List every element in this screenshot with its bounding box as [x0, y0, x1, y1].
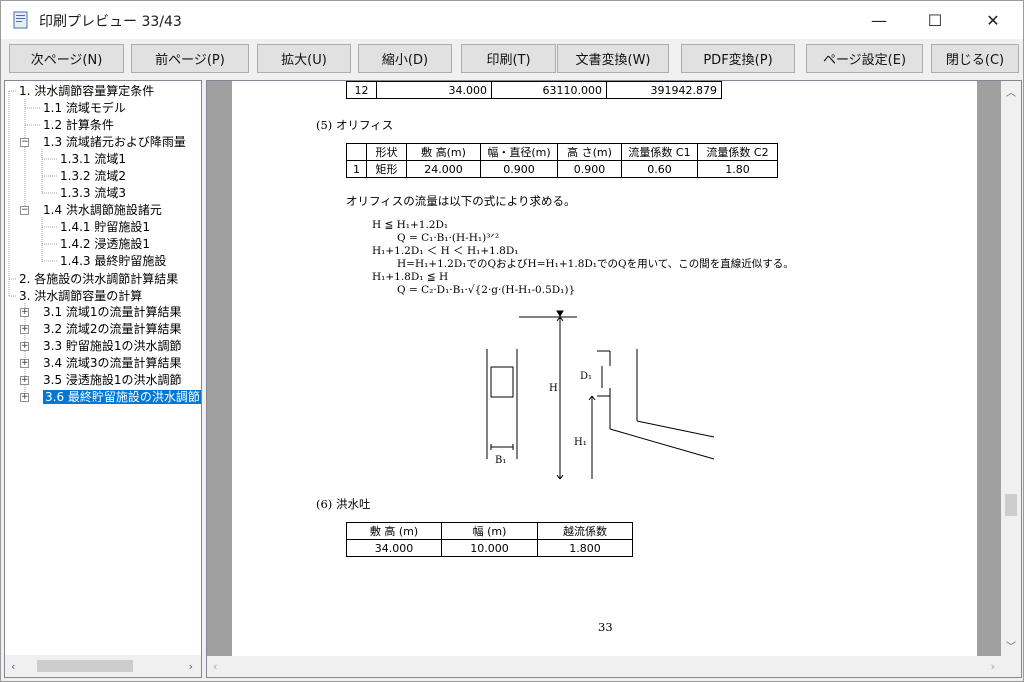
- tree-item-3-4[interactable]: 3.4 流域3の流量計算結果: [43, 355, 182, 372]
- page-setup-button[interactable]: ページ設定(E): [806, 44, 923, 73]
- tree-expander-expand-3-3[interactable]: +: [20, 342, 29, 351]
- orifice-diagram: H H₁ D₁ B₁: [486, 310, 715, 480]
- tree-expander-expand-3-6[interactable]: +: [20, 393, 29, 402]
- section-6-heading: (6) 洪水吐: [316, 497, 371, 511]
- pdf-convert-button[interactable]: PDF変換(P): [681, 44, 795, 73]
- tree-item-3-1[interactable]: 3.1 流域1の流量計算結果: [43, 304, 182, 321]
- tree-item-1-2[interactable]: 1.2 計算条件: [43, 117, 114, 134]
- outline-tree[interactable]: − − + + + + + + 1. 洪水調節容量算定条件 1.1 流域モデル …: [4, 80, 202, 678]
- window-title: 印刷プレビュー 33/43: [39, 14, 182, 30]
- diagram-label-h: H: [549, 383, 558, 394]
- tree-item-1[interactable]: 1. 洪水調節容量算定条件: [19, 83, 154, 100]
- orifice-table: 形状 敷 高(m) 幅・直径(m) 高 さ(m) 流量係数 C1 流量係数 C2…: [346, 143, 778, 178]
- tree-expander-collapse-1-4[interactable]: −: [20, 206, 29, 215]
- close-button[interactable]: 閉じる(C): [931, 44, 1019, 73]
- section-5-heading: (5) オリフィス: [316, 118, 394, 132]
- page-number: 33: [598, 620, 613, 634]
- tree-item-3[interactable]: 3. 洪水調節容量の計算: [19, 288, 142, 305]
- close-window-button[interactable]: ✕: [970, 1, 1016, 39]
- tree-item-3-3[interactable]: 3.3 貯留施設1の洪水調節: [43, 338, 182, 355]
- toolbar: 次ページ(N) 前ページ(P) 拡大(U) 縮小(D) 印刷(T) 文書変換(W…: [1, 39, 1023, 79]
- formula-line: H ≦ H₁+1.2D₁: [372, 219, 449, 231]
- formula-line: H₁+1.8D₁ ≦ H: [372, 271, 449, 283]
- tree-scroll-thumb[interactable]: [37, 660, 133, 672]
- table-row: 34.000 10.000 1.800: [346, 539, 633, 557]
- scroll-up-arrow-icon[interactable]: ︿: [1006, 84, 1016, 99]
- tree-item-1-3[interactable]: 1.3 流域諸元および降雨量: [43, 134, 186, 151]
- preview-page: 12 34.000 63110.000 391942.879 (5) オリフィス…: [232, 81, 977, 656]
- tree-content: − − + + + + + + 1. 洪水調節容量算定条件 1.1 流域モデル …: [5, 81, 201, 655]
- preview-horizontal-scrollbar[interactable]: ‹ ›: [207, 656, 1021, 677]
- preview-scroll-thumb[interactable]: [1005, 494, 1017, 516]
- tree-item-3-5[interactable]: 3.5 浸透施設1の洪水調節: [43, 372, 182, 389]
- scroll-left-arrow-icon[interactable]: ‹: [213, 660, 217, 673]
- tree-horizontal-scrollbar[interactable]: ‹ ›: [5, 655, 201, 677]
- diagram-label-h1: H₁: [574, 437, 587, 448]
- diagram-label-b1: B₁: [495, 455, 506, 466]
- tree-expander-expand-3-5[interactable]: +: [20, 376, 29, 385]
- diagram-label-d1: D₁: [580, 371, 592, 382]
- formula-line: Q = C₂·D₁·B₁·√{2·g·(H-H₁-0.5D₁)}: [397, 284, 576, 296]
- tree-item-1-4-1[interactable]: 1.4.1 貯留施設1: [60, 219, 150, 236]
- tree-item-1-1[interactable]: 1.1 流域モデル: [43, 100, 126, 117]
- next-page-button[interactable]: 次ページ(N): [9, 44, 124, 73]
- tree-item-1-3-2[interactable]: 1.3.2 流域2: [60, 168, 126, 185]
- print-button[interactable]: 印刷(T): [461, 44, 556, 73]
- tree-item-1-3-3[interactable]: 1.3.3 流域3: [60, 185, 126, 202]
- orifice-note: オリフィスの流量は以下の式により求める。: [346, 194, 576, 208]
- spillway-table: 敷 高 (m) 幅 (m) 越流係数 34.000 10.000 1.800: [346, 522, 633, 557]
- document-icon: [13, 11, 28, 29]
- tree-item-3-2[interactable]: 3.2 流域2の流量計算結果: [43, 321, 182, 338]
- top-table: 12 34.000 63110.000 391942.879: [346, 81, 722, 99]
- scroll-left-arrow-icon[interactable]: ‹: [11, 660, 15, 673]
- scroll-down-arrow-icon[interactable]: ﹀: [1006, 638, 1016, 653]
- title-bar: 印刷プレビュー 33/43 — ☐ ✕: [1, 1, 1023, 39]
- tree-expander-expand-3-4[interactable]: +: [20, 359, 29, 368]
- scroll-right-arrow-icon[interactable]: ›: [991, 660, 995, 673]
- prev-page-button[interactable]: 前ページ(P): [131, 44, 249, 73]
- tree-expander-collapse-1-3[interactable]: −: [20, 138, 29, 147]
- formula-line: H=H₁+1.2D₁でのQおよびH=H₁+1.8D₁でのQを用いて、この間を直線…: [397, 258, 794, 270]
- table-row: 12 34.000 63110.000 391942.879: [346, 81, 722, 99]
- scroll-right-arrow-icon[interactable]: ›: [189, 660, 193, 673]
- table-row: 形状 敷 高(m) 幅・直径(m) 高 さ(m) 流量係数 C1 流量係数 C2: [346, 143, 778, 161]
- minimize-button[interactable]: —: [856, 1, 902, 39]
- maximize-button[interactable]: ☐: [912, 1, 958, 39]
- formula-line: H₁+1.2D₁ ＜ H ＜ H₁+1.8D₁: [372, 245, 519, 257]
- tree-item-1-4-2[interactable]: 1.4.2 浸透施設1: [60, 236, 150, 253]
- tree-item-1-4[interactable]: 1.4 洪水調節施設諸元: [43, 202, 162, 219]
- zoom-in-button[interactable]: 拡大(U): [257, 44, 351, 73]
- tree-expander-expand-3-2[interactable]: +: [20, 325, 29, 334]
- tree-item-2[interactable]: 2. 各施設の洪水調節計算結果: [19, 271, 178, 288]
- tree-item-1-3-1[interactable]: 1.3.1 流域1: [60, 151, 126, 168]
- preview-vertical-scrollbar[interactable]: ︿ ﹀: [1001, 81, 1021, 656]
- convert-document-button[interactable]: 文書変換(W): [557, 44, 669, 73]
- table-row: 敷 高 (m) 幅 (m) 越流係数: [346, 522, 633, 540]
- zoom-out-button[interactable]: 縮小(D): [358, 44, 452, 73]
- tree-item-3-6[interactable]: 3.6 最終貯留施設の洪水調節: [43, 389, 201, 406]
- tree-expander-expand-3-1[interactable]: +: [20, 308, 29, 317]
- preview-area[interactable]: 12 34.000 63110.000 391942.879 (5) オリフィス…: [206, 80, 1022, 678]
- print-preview-window: 印刷プレビュー 33/43 — ☐ ✕ 次ページ(N) 前ページ(P) 拡大(U…: [0, 0, 1024, 682]
- formula-line: Q = C₁·B₁·(H-H₁)³ᐟ²: [397, 232, 500, 244]
- table-row: 1 矩形 24.000 0.900 0.900 0.60 1.80: [346, 160, 778, 178]
- tree-item-1-4-3[interactable]: 1.4.3 最終貯留施設: [60, 253, 166, 270]
